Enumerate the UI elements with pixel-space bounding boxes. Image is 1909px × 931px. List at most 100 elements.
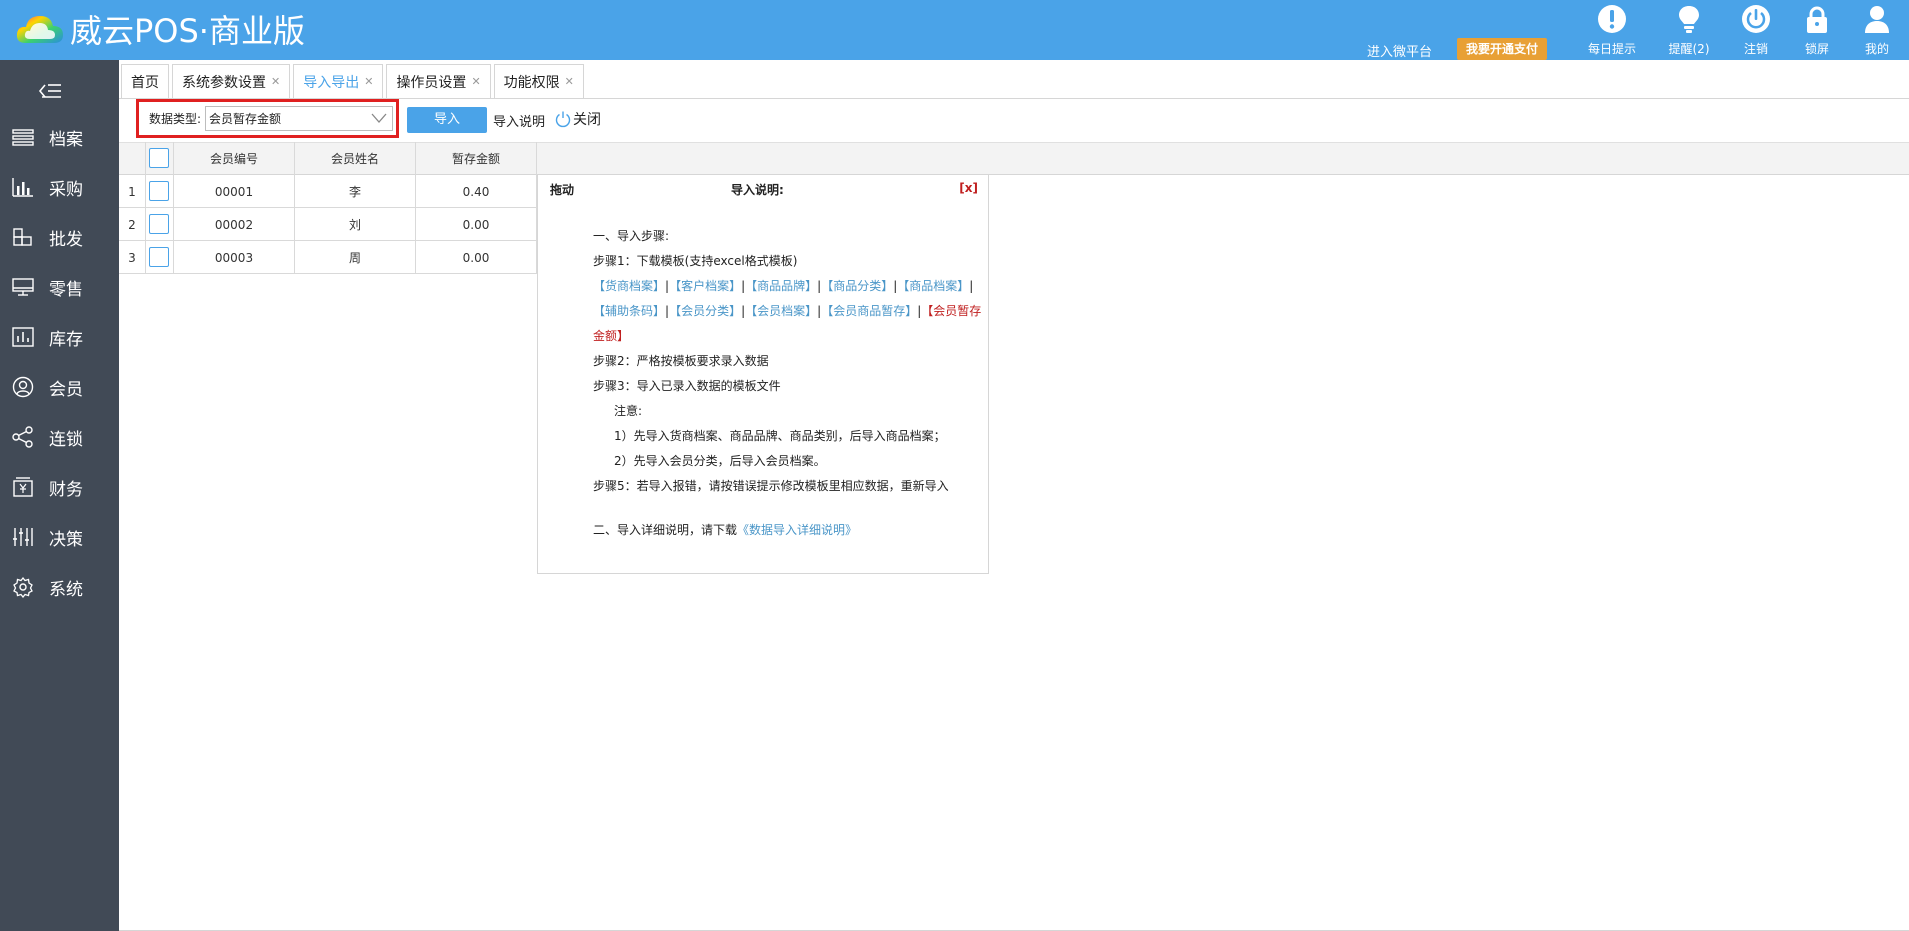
tab-close-icon[interactable]: ✕	[271, 75, 280, 88]
data-type-label: 数据类型:	[149, 112, 202, 126]
sidebar-item-label: 档案	[49, 129, 83, 150]
sidebar-item-decision[interactable]: 决策	[0, 512, 119, 562]
help-step5: 步骤5：若导入报错，请按错误提示修改模板里相应数据，重新导入	[593, 479, 949, 493]
help-note2: 2）先导入会员分类，后导入会员档案。	[614, 454, 826, 468]
help-section-detail: 二、导入详细说明，请下载《数据导入详细说明》	[593, 521, 857, 538]
sidebar-item-label: 会员	[49, 379, 83, 400]
tab-permissions[interactable]: 功能权限 ✕	[493, 64, 584, 98]
template-link[interactable]: 【商品档案】	[897, 279, 969, 293]
sidebar-item-finance[interactable]: 财务	[0, 462, 119, 512]
app-logo: 威云POS·商业版	[14, 6, 305, 52]
help-panel-close[interactable]: [x]	[959, 181, 978, 195]
power-icon	[1742, 5, 1770, 33]
grid-line	[119, 273, 537, 274]
deposit-amount[interactable]: 0.40	[416, 175, 536, 208]
my-account-button[interactable]: 我的	[1845, 4, 1909, 57]
close-button[interactable]: 关闭	[554, 109, 601, 129]
template-link[interactable]: 【商品分类】	[821, 279, 893, 293]
template-link-active[interactable]: 【会员暂存	[921, 304, 981, 318]
tab-label: 操作员设置	[396, 74, 467, 91]
sidebar-item-purchase[interactable]: 采购	[0, 162, 119, 212]
drag-handle[interactable]: 拖动	[550, 181, 574, 198]
separator: |	[969, 279, 974, 293]
tab-close-icon[interactable]: ✕	[364, 75, 373, 88]
grid-line	[173, 142, 174, 274]
template-link[interactable]: 【客户档案】	[669, 279, 741, 293]
template-link[interactable]: 【会员商品暂存】	[821, 304, 917, 318]
daily-tip-button[interactable]: 每日提示	[1580, 4, 1644, 57]
my-account-label: 我的	[1864, 42, 1889, 56]
column-header[interactable]: 会员姓名	[295, 142, 415, 175]
tab-label: 系统参数设置	[182, 74, 266, 91]
select-all-checkbox[interactable]	[149, 148, 169, 168]
template-link[interactable]: 【会员分类】	[669, 304, 741, 318]
member-code[interactable]: 00002	[174, 208, 294, 241]
member-code[interactable]: 00001	[174, 175, 294, 208]
row-checkbox[interactable]	[149, 181, 169, 201]
grid-line	[145, 142, 146, 274]
boxes-icon	[13, 228, 32, 246]
grid-line	[415, 142, 416, 274]
sidebar-item-inventory[interactable]: 库存	[0, 312, 119, 362]
row-checkbox-cell	[147, 212, 171, 236]
reminder-button[interactable]: 提醒(2)	[1657, 4, 1721, 57]
list-icon	[12, 129, 34, 146]
deposit-amount[interactable]: 0.00	[416, 208, 536, 241]
template-link[interactable]: 【辅助条码】	[593, 304, 665, 318]
tab-home[interactable]: 首页	[121, 64, 169, 98]
sidebar-item-member[interactable]: 会员	[0, 362, 119, 412]
row-checkbox[interactable]	[149, 214, 169, 234]
sidebar-item-label: 零售	[49, 279, 83, 300]
tab-close-icon[interactable]: ✕	[565, 75, 574, 88]
template-link[interactable]: 【会员档案】	[745, 304, 817, 318]
tab-bar: 首页 系统参数设置 ✕ 导入导出 ✕ 操作员设置 ✕ 功能权限 ✕	[121, 64, 587, 98]
lock-screen-button[interactable]: 锁屏	[1785, 4, 1849, 57]
deposit-amount[interactable]: 0.00	[416, 241, 536, 274]
member-name[interactable]: 周	[295, 241, 415, 274]
import-help-link[interactable]: 导入说明	[493, 111, 545, 130]
tab-label: 首页	[131, 74, 159, 91]
micro-platform-link[interactable]: 进入微平台	[1367, 41, 1432, 60]
sidebar-item-wholesale[interactable]: 批发	[0, 212, 119, 262]
template-link[interactable]: 【商品品牌】	[745, 279, 817, 293]
bar-chart-icon	[12, 178, 33, 197]
column-header[interactable]: 会员编号	[174, 142, 294, 175]
row-number: 2	[128, 217, 136, 232]
reminder-label: 提醒(2)	[1668, 42, 1710, 56]
sidebar-item-archive[interactable]: 档案	[0, 112, 119, 162]
row-checkbox[interactable]	[149, 247, 169, 267]
import-help-panel: 拖动 导入说明: [x] 一、导入步骤: 步骤1：下载模板(支持excel格式模…	[537, 174, 989, 574]
column-header[interactable]: 暂存金额	[416, 142, 536, 175]
sidebar-item-label: 决策	[49, 529, 83, 550]
exclamation-icon	[1598, 5, 1626, 33]
sidebar-item-label: 采购	[49, 179, 83, 200]
detail-doc-link[interactable]: 《数据导入详细说明》	[737, 523, 857, 537]
lock-icon	[1807, 6, 1827, 33]
tab-import-export[interactable]: 导入导出 ✕	[293, 64, 384, 98]
sidebar-item-system[interactable]: 系统	[0, 562, 119, 612]
template-link[interactable]: 【货商档案】	[593, 279, 665, 293]
row-number: 1	[128, 184, 136, 199]
user-icon	[1865, 6, 1889, 33]
tab-close-icon[interactable]: ✕	[471, 75, 480, 88]
data-type-select[interactable]: 会员暂存金额	[205, 106, 394, 131]
member-name[interactable]: 刘	[295, 208, 415, 241]
sidebar-item-chain[interactable]: 连锁	[0, 412, 119, 462]
tab-system-params[interactable]: 系统参数设置 ✕	[172, 64, 291, 98]
cloud-logo-icon	[16, 16, 63, 43]
member-code[interactable]: 00003	[174, 241, 294, 274]
daily-tip-label: 每日提示	[1587, 42, 1636, 56]
member-name[interactable]: 李	[295, 175, 415, 208]
tab-operator-settings[interactable]: 操作员设置 ✕	[386, 64, 491, 98]
close-label: 关闭	[573, 112, 601, 128]
sidebar-item-label: 库存	[49, 329, 83, 350]
logout-button[interactable]: 注销	[1724, 4, 1788, 57]
collapse-menu-icon[interactable]	[38, 82, 62, 100]
sidebar-item-retail[interactable]: 零售	[0, 262, 119, 312]
open-payment-button[interactable]: 我要开通支付	[1457, 38, 1547, 60]
sidebar-item-label: 批发	[49, 229, 83, 250]
help-step1: 步骤1：下载模板(支持excel格式模板)	[593, 254, 798, 268]
import-button[interactable]: 导入	[407, 107, 487, 133]
logout-label: 注销	[1743, 42, 1768, 56]
template-link-active-cont[interactable]: 金额】	[593, 327, 629, 344]
